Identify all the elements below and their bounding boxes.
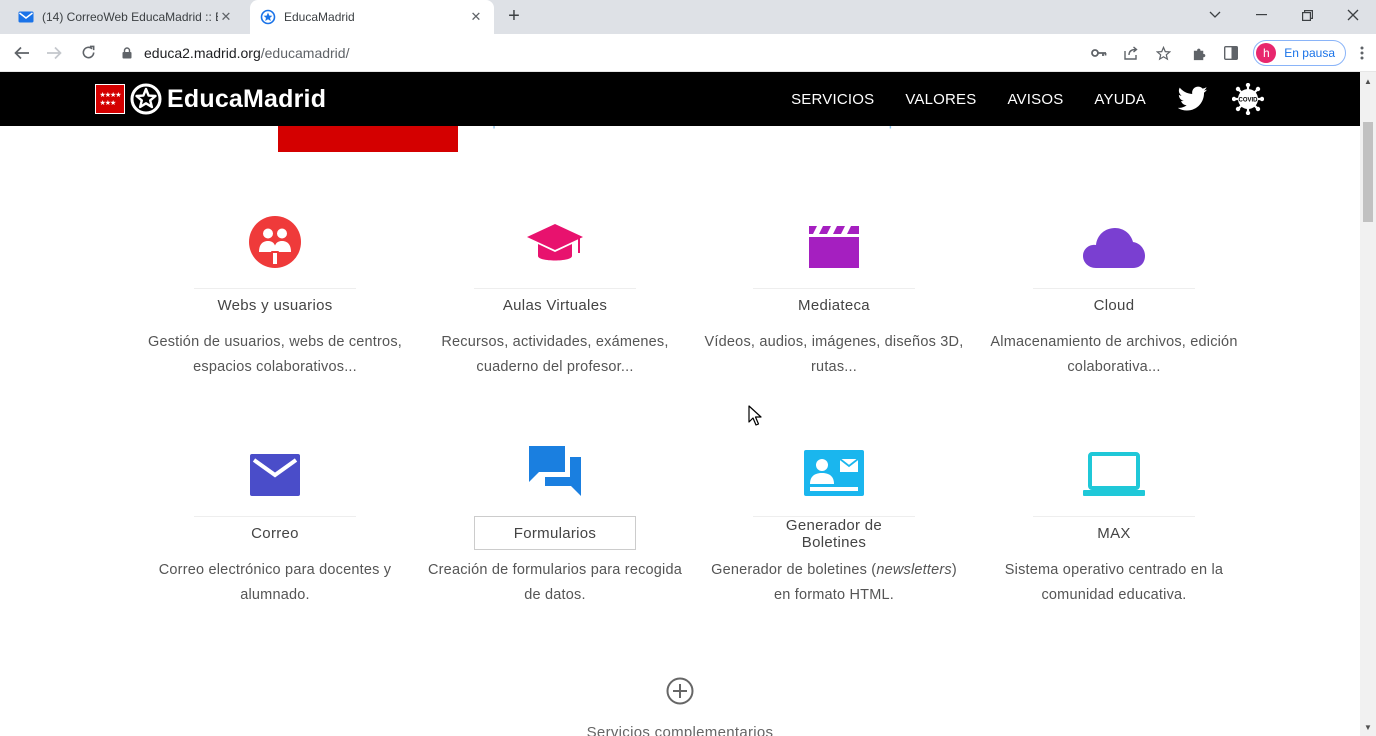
graduation-cap-icon (415, 206, 695, 268)
toolbar-actions: h En pausa (1083, 34, 1376, 72)
close-icon[interactable]: ✕ (218, 9, 234, 25)
share-icon[interactable] (1115, 38, 1147, 68)
covid-label: COVID (1238, 97, 1258, 103)
plus-circle-icon[interactable] (666, 677, 694, 705)
service-name: Generador de Boletines (753, 516, 915, 551)
service-cloud[interactable]: Cloud Almacenamiento de archivos, edició… (974, 206, 1254, 379)
side-panel-icon[interactable] (1215, 38, 1247, 68)
site-header: ★★★★ ★★★ EducaMadrid SERVICIOS VALORES AV… (0, 72, 1360, 126)
service-mediateca[interactable]: Mediateca Vídeos, audios, imágenes, dise… (694, 206, 974, 379)
scrollbar-thumb[interactable] (1363, 122, 1373, 222)
service-description: Almacenamiento de archivos, edición cola… (990, 334, 1238, 375)
window-controls (1192, 0, 1376, 34)
forward-arrow-icon[interactable] (39, 38, 69, 68)
tab-espacios-formacion[interactable]: Espacios de Formación (458, 126, 657, 152)
lock-icon[interactable] (120, 46, 134, 60)
service-generador-boletines[interactable]: Generador de Boletines Generador de bole… (694, 434, 974, 607)
page-scrollbar[interactable]: ▲ ▼ (1360, 72, 1376, 736)
kebab-menu-icon[interactable] (1352, 38, 1372, 68)
tab-servicios-educativos[interactable]: Servicios Educativos (278, 126, 458, 152)
back-arrow-icon[interactable] (7, 38, 37, 68)
contact-card-icon (694, 434, 974, 496)
browser-tabstrip: (14) CorreoWeb EducaMadrid :: E ✕ EducaM… (0, 0, 1376, 34)
service-name: Mediateca (753, 288, 915, 322)
service-description: Creación de formularios para recogida de… (427, 562, 683, 603)
mouse-cursor-icon (748, 405, 762, 426)
tab-comunidades-virtuales[interactable]: Comunidades Virtuales (657, 126, 854, 152)
brand-name: EducaMadrid (167, 84, 327, 113)
service-description: Gestión de usuarios, webs de centros, es… (147, 334, 403, 375)
key-icon[interactable] (1083, 38, 1115, 68)
envelope-icon (135, 434, 415, 496)
globe-icon (260, 9, 276, 25)
twitter-icon[interactable] (1178, 86, 1208, 112)
minimize-icon[interactable] (1238, 0, 1284, 30)
service-description: Generador de boletines (newsletters) en … (711, 562, 957, 603)
nav-valores[interactable]: VALORES (905, 91, 976, 108)
tab-espacios-institucionales[interactable]: Espacios Institucionales (854, 126, 1057, 152)
nav-servicios[interactable]: SERVICIOS (791, 91, 874, 108)
service-aulas-virtuales[interactable]: Aulas Virtuales Recursos, actividades, e… (415, 206, 695, 379)
tab-title: (14) CorreoWeb EducaMadrid :: E (42, 10, 218, 24)
service-name: Aulas Virtuales (474, 288, 636, 322)
star-icon[interactable] (1147, 38, 1179, 68)
profile-status: En pausa (1284, 46, 1335, 60)
clapperboard-icon (694, 206, 974, 268)
restore-icon[interactable] (1284, 0, 1330, 30)
service-webs-usuarios[interactable]: Webs y usuarios Gestión de usuarios, web… (135, 206, 415, 379)
main-nav: SERVICIOS VALORES AVISOS AYUDA COVID (760, 72, 1264, 126)
service-description: Vídeos, audios, imágenes, diseños 3D, ru… (704, 334, 964, 375)
brand-logo[interactable]: ★★★★ ★★★ EducaMadrid (95, 83, 326, 115)
category-tabs: Servicios Educativos Espacios de Formaci… (278, 126, 1057, 152)
covid-virus-icon[interactable]: COVID (1232, 83, 1264, 115)
service-name: Cloud (1033, 288, 1195, 322)
mail-icon (18, 9, 34, 25)
url-text: educa2.madrid.org/educamadrid/ (144, 45, 350, 61)
service-description: Correo electrónico para docentes y alumn… (158, 562, 392, 603)
complementary-services-label[interactable]: Servicios complementarios (540, 724, 820, 736)
browser-tab-correoweb[interactable]: (14) CorreoWeb EducaMadrid :: E ✕ (8, 0, 244, 34)
service-correo[interactable]: Correo Correo electrónico para docentes … (135, 434, 415, 607)
tab-title: EducaMadrid (284, 10, 355, 24)
service-description: Sistema operativo centrado en la comunid… (1004, 562, 1224, 603)
scroll-up-icon[interactable]: ▲ (1360, 74, 1376, 88)
educamadrid-star-icon (130, 83, 162, 115)
service-description: Recursos, actividades, exámenes, cuadern… (441, 334, 669, 375)
reload-icon[interactable] (73, 38, 103, 68)
service-name: Correo (194, 516, 356, 550)
laptop-icon (974, 434, 1254, 496)
new-tab-button[interactable]: + (503, 5, 525, 27)
service-formularios[interactable]: Formularios Creación de formularios para… (415, 434, 695, 607)
service-max[interactable]: MAX Sistema operativo centrado en la com… (974, 434, 1254, 607)
users-icon (135, 206, 415, 268)
service-name: Formularios (474, 516, 636, 550)
service-name: Webs y usuarios (194, 288, 356, 322)
chevron-down-icon[interactable] (1192, 0, 1238, 30)
scroll-down-icon[interactable]: ▼ (1360, 720, 1376, 734)
services-section: Servicios Educativos Espacios de Formaci… (0, 126, 1360, 736)
browser-tab-educamadrid[interactable]: EducaMadrid ✕ (250, 0, 494, 34)
madrid-flag-icon: ★★★★ ★★★ (95, 84, 125, 114)
address-bar[interactable]: educa2.madrid.org/educamadrid/ (112, 38, 1132, 68)
close-window-icon[interactable] (1330, 0, 1376, 30)
profile-button[interactable]: h En pausa (1253, 40, 1346, 66)
chat-bubbles-icon (415, 434, 695, 496)
extensions-puzzle-icon[interactable] (1183, 38, 1215, 68)
browser-toolbar: educa2.madrid.org/educamadrid/ h En paus… (0, 34, 1376, 72)
service-name: MAX (1033, 516, 1195, 550)
nav-avisos[interactable]: AVISOS (1007, 91, 1063, 108)
nav-ayuda[interactable]: AYUDA (1094, 91, 1146, 108)
avatar: h (1256, 43, 1277, 63)
cloud-icon (974, 206, 1254, 268)
close-icon[interactable]: ✕ (468, 9, 484, 25)
